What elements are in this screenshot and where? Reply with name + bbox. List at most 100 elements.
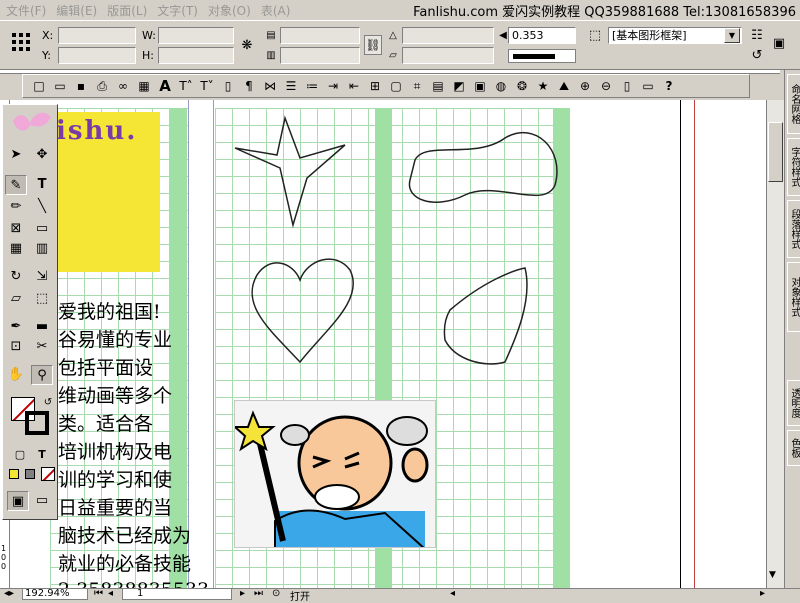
y-field[interactable] xyxy=(58,47,136,64)
pilcrow-icon[interactable]: ¶ xyxy=(239,76,259,96)
yellow-text-frame[interactable]: ishu. xyxy=(50,112,160,272)
page-field[interactable]: 1 xyxy=(122,588,232,600)
type-tool-icon[interactable]: T xyxy=(31,175,53,195)
page-icon[interactable]: ▯ xyxy=(617,76,637,96)
table-icon[interactable]: ⌗ xyxy=(407,76,427,96)
gradient-icon[interactable]: ◍ xyxy=(491,76,511,96)
reference-point-icon[interactable] xyxy=(8,29,34,55)
new-icon[interactable]: □ xyxy=(29,76,49,96)
document-canvas[interactable]: ishu. 爱我的祖国! 谷易懂的专业 包括平面设 维动画等多个 类。适合各 培… xyxy=(10,100,766,588)
scroll-thumb[interactable] xyxy=(768,122,783,182)
scroll-down-icon[interactable]: ▼ xyxy=(769,570,776,580)
scissors-tool-icon[interactable]: ✂ xyxy=(31,337,53,357)
eyedropper-tool-icon[interactable]: ✒ xyxy=(5,317,27,337)
tab-paragraph-styles[interactable]: 段落样式 xyxy=(787,200,800,258)
menu-edit[interactable]: 编辑(E) xyxy=(56,2,97,19)
scale-tool-icon[interactable]: ⇲ xyxy=(31,267,53,287)
grid-tool-icon[interactable]: ▥ xyxy=(31,239,53,259)
direct-selection-tool-icon[interactable]: ✥ xyxy=(31,145,53,165)
apply-gradient-icon[interactable] xyxy=(25,469,35,479)
outdent-icon[interactable]: ⇤ xyxy=(344,76,364,96)
menu-object[interactable]: 对象(O) xyxy=(208,2,251,19)
vertical-scrollbar[interactable]: ▼ xyxy=(766,100,784,588)
free-transform-tool-icon[interactable]: ⬚ xyxy=(31,289,53,309)
menu-layout[interactable]: 版面(L) xyxy=(107,2,147,19)
subscript-icon[interactable]: T˅ xyxy=(197,76,217,96)
rotate-field[interactable] xyxy=(402,27,494,44)
x-field[interactable] xyxy=(58,27,136,44)
scale-x-field[interactable] xyxy=(280,27,360,44)
constrain-icon[interactable]: ❋ xyxy=(238,37,256,55)
stroke-weight-field[interactable]: 0.353 xyxy=(508,27,576,44)
place-icon[interactable]: ⊞ xyxy=(365,76,385,96)
superscript-icon[interactable]: T˄ xyxy=(176,76,196,96)
spell-icon[interactable]: ▦ xyxy=(134,76,154,96)
first-page-icon[interactable]: ⏮ xyxy=(94,588,103,599)
apply-none-icon[interactable] xyxy=(41,467,55,481)
image-icon[interactable]: ⛰ xyxy=(554,76,574,96)
rotate-tool-icon[interactable]: ↻ xyxy=(5,267,27,287)
chevron-down-icon[interactable]: ▼ xyxy=(724,28,740,43)
zoom-in-icon[interactable]: ⊕ xyxy=(575,76,595,96)
swatch-icon[interactable]: ▤ xyxy=(428,76,448,96)
menu-file[interactable]: 文件(F) xyxy=(6,2,46,19)
rectangle-frame-tool-icon[interactable]: ⊠ xyxy=(5,219,27,239)
apply-frame-icon[interactable]: ▢ xyxy=(9,445,31,465)
scroll-right-icon[interactable]: ▸ xyxy=(760,588,765,599)
pen-tool-icon[interactable]: ✎ xyxy=(5,175,27,195)
hand-tool-icon[interactable]: ✋ xyxy=(5,365,27,385)
next-page-icon[interactable]: ▸ xyxy=(240,588,245,599)
stroke-style-select[interactable] xyxy=(508,49,576,63)
stroke-swatch[interactable] xyxy=(25,411,49,435)
normal-view-icon[interactable]: ▣ xyxy=(7,491,29,511)
zoom-tool-icon[interactable]: ⚲ xyxy=(31,365,53,385)
w-field[interactable] xyxy=(158,27,234,44)
preview-view-icon[interactable]: ▭ xyxy=(31,491,53,511)
frame-icon[interactable]: ⬚ xyxy=(586,27,604,45)
color-icon[interactable]: ◩ xyxy=(449,76,469,96)
scroll-left-icon[interactable]: ◂ xyxy=(450,588,455,599)
paste-icon[interactable]: ▯ xyxy=(218,76,238,96)
pencil-tool-icon[interactable]: ✏ xyxy=(5,197,27,217)
pages-icon[interactable]: ▭ xyxy=(638,76,658,96)
print-icon[interactable]: ⎙ xyxy=(92,76,112,96)
indent-icon[interactable]: ⇥ xyxy=(323,76,343,96)
save-icon[interactable]: ▪ xyxy=(71,76,91,96)
tab-transparency[interactable]: 透明度 xyxy=(787,380,800,426)
stroke-icon[interactable]: ▣ xyxy=(470,76,490,96)
text-frame-icon[interactable]: ▢ xyxy=(386,76,406,96)
type-icon[interactable]: A xyxy=(155,76,175,96)
h-field[interactable] xyxy=(158,47,234,64)
rectangle-tool-icon[interactable]: ▭ xyxy=(31,219,53,239)
open-icon[interactable]: ▭ xyxy=(50,76,70,96)
button-tool-icon[interactable]: ⊡ xyxy=(5,337,27,357)
numbered-list-icon[interactable]: ≔ xyxy=(302,76,322,96)
tab-object-styles[interactable]: 对象样式 xyxy=(787,262,800,332)
star-icon[interactable]: ★ xyxy=(533,76,553,96)
shear-field[interactable] xyxy=(402,47,494,64)
panel-menu-icon[interactable]: ▣ xyxy=(770,35,788,53)
swap-icon[interactable]: ↺ xyxy=(37,393,59,413)
scale-y-field[interactable] xyxy=(280,47,360,64)
style-options-icon[interactable]: ☷ xyxy=(748,27,766,45)
apply-text-icon[interactable]: T xyxy=(31,445,53,465)
menu-type[interactable]: 文字(T) xyxy=(157,2,198,19)
apply-color-icon[interactable] xyxy=(9,469,19,479)
tab-swatches[interactable]: 色板 xyxy=(787,430,800,466)
prev-page-icon[interactable]: ◂ xyxy=(108,588,113,599)
effects-icon[interactable]: ❂ xyxy=(512,76,532,96)
selection-tool-icon[interactable]: ➤ xyxy=(5,145,27,165)
tab-character-styles[interactable]: 字符样式 xyxy=(787,138,800,196)
find-icon[interactable]: ∞ xyxy=(113,76,133,96)
shear-tool-icon[interactable]: ▱ xyxy=(5,289,27,309)
cartoon-image[interactable] xyxy=(234,400,436,548)
clear-overrides-icon[interactable]: ↺ xyxy=(748,47,766,65)
link-proportions-icon[interactable]: ⛓ xyxy=(364,35,382,55)
object-style-select[interactable]: [基本图形框架] xyxy=(608,27,742,44)
tab-named-grid[interactable]: 命名网格 xyxy=(787,74,800,134)
help-icon[interactable]: ? xyxy=(659,76,679,96)
menu-table[interactable]: 表(A) xyxy=(261,2,291,19)
list-icon[interactable]: ☰ xyxy=(281,76,301,96)
gradient-tool-icon[interactable]: ▬ xyxy=(31,317,53,337)
line-tool-icon[interactable]: ╲ xyxy=(31,197,53,217)
